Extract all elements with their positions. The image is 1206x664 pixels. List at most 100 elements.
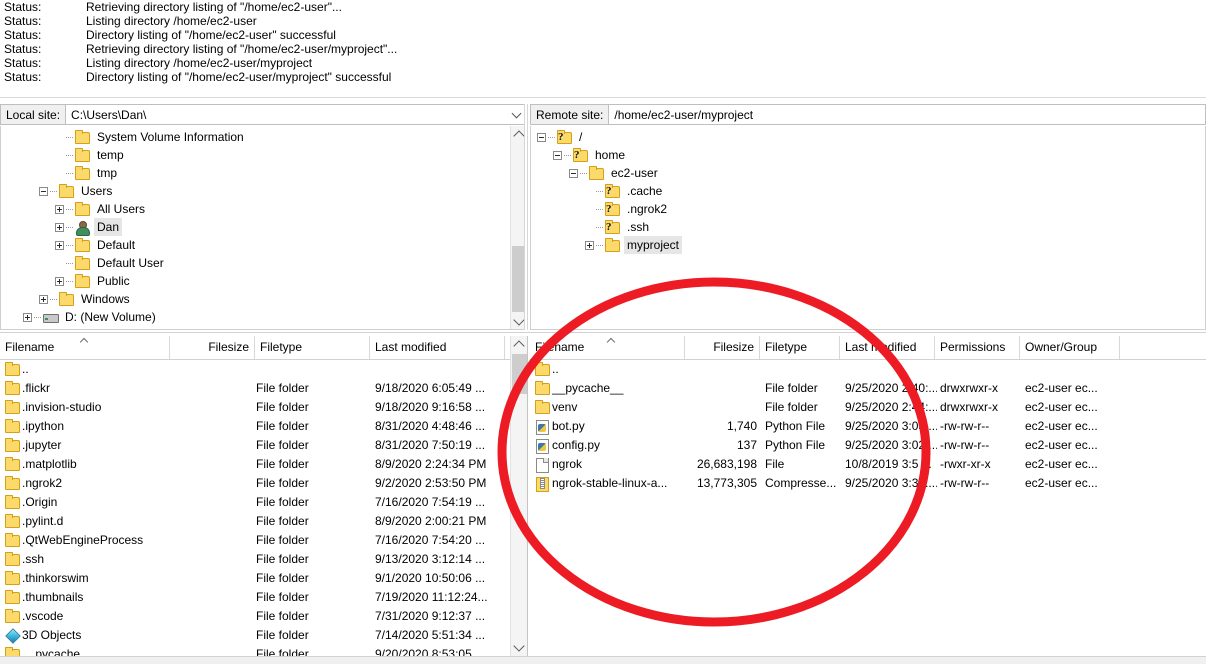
folder-icon bbox=[74, 166, 90, 180]
tree-item-ec2-user[interactable]: ec2-user bbox=[531, 164, 1205, 182]
tree-expand-icon[interactable] bbox=[55, 205, 64, 214]
tree-connector-line bbox=[66, 209, 73, 210]
column-header-filename[interactable]: Filename bbox=[0, 336, 170, 359]
file-list-row[interactable]: ngrok-stable-linux-a...13,773,305Compres… bbox=[530, 474, 1206, 493]
tree-item-temp[interactable]: temp bbox=[1, 146, 527, 164]
file-list-row[interactable]: ngrok26,683,198File10/8/2019 3:5 ...-rwx… bbox=[530, 455, 1206, 474]
tree-connector-line bbox=[66, 281, 73, 282]
tree-connector-line bbox=[66, 227, 73, 228]
file-list-row[interactable]: .jupyterFile folder8/31/2020 7:50:19 ... bbox=[0, 436, 527, 455]
column-header-filetype[interactable]: Filetype bbox=[255, 336, 370, 359]
file-list-row[interactable]: config.py137Python File9/25/2020 3:02:..… bbox=[530, 436, 1206, 455]
cell-modified: 9/25/2020 2:40:... bbox=[845, 379, 937, 398]
tree-collapse-icon[interactable] bbox=[569, 169, 578, 178]
remote-site-path-input[interactable]: /home/ec2-user/myproject bbox=[609, 104, 1206, 125]
tree-item-ssh[interactable]: ?.ssh bbox=[531, 218, 1205, 236]
status-label: Status: bbox=[4, 70, 86, 84]
tree-item-all-users[interactable]: All Users bbox=[1, 200, 527, 218]
column-header-filesize[interactable]: Filesize bbox=[685, 336, 760, 359]
tree-item-tmp[interactable]: tmp bbox=[1, 164, 527, 182]
cell-filetype bbox=[256, 360, 366, 379]
tree-connector-line bbox=[596, 227, 603, 228]
file-list-row[interactable]: venvFile folder9/25/2020 2:44:...drwxrwx… bbox=[530, 398, 1206, 417]
column-header-ownergroup[interactable]: Owner/Group bbox=[1020, 336, 1120, 359]
tree-collapse-icon[interactable] bbox=[39, 187, 48, 196]
file-list-row[interactable]: .. bbox=[530, 360, 1206, 379]
column-header-filesize[interactable]: Filesize bbox=[170, 336, 255, 359]
tree-item-users[interactable]: Users bbox=[1, 182, 527, 200]
tree-expand-icon[interactable] bbox=[55, 241, 64, 250]
status-log-panel[interactable]: Status: Retrieving directory listing of … bbox=[0, 0, 1206, 98]
local-site-label: Local site: bbox=[0, 104, 66, 125]
file-list-row[interactable]: .QtWebEngineProcessFile folder7/16/2020 … bbox=[0, 531, 527, 550]
chevron-down-icon[interactable] bbox=[513, 110, 521, 118]
tree-item-default[interactable]: Default bbox=[1, 236, 527, 254]
tree-item-[interactable]: ?/ bbox=[531, 128, 1205, 146]
column-header-filetype[interactable]: Filetype bbox=[760, 336, 840, 359]
tree-collapse-icon[interactable] bbox=[553, 151, 562, 160]
cell-modified: 9/13/2020 3:12:14 ... bbox=[375, 550, 505, 569]
tree-item-dan[interactable]: Dan bbox=[1, 218, 527, 236]
tree-expand-icon[interactable] bbox=[585, 241, 594, 250]
file-list-row[interactable]: .vscodeFile folder7/31/2020 9:12:37 ... bbox=[0, 607, 527, 626]
file-list-row[interactable]: .flickrFile folder9/18/2020 6:05:49 ... bbox=[0, 379, 527, 398]
status-log-entry: Status: Directory listing of "/home/ec2-… bbox=[0, 70, 1206, 84]
cell-modified: 7/31/2020 9:12:37 ... bbox=[375, 607, 505, 626]
tree-expand-icon[interactable] bbox=[55, 277, 64, 286]
status-label: Status: bbox=[4, 14, 86, 28]
tree-item-d-new-volume[interactable]: D: (New Volume) bbox=[1, 308, 527, 326]
cell-permissions: -rw-rw-r-- bbox=[940, 474, 1022, 493]
scrollbar-thumb[interactable] bbox=[512, 354, 527, 394]
local-list-scrollbar[interactable] bbox=[510, 336, 527, 656]
scroll-down-arrow-icon[interactable] bbox=[511, 639, 527, 656]
local-site-path-input[interactable]: C:\Users\Dan\ bbox=[66, 104, 528, 125]
file-list-row[interactable]: .invision-studioFile folder9/18/2020 9:1… bbox=[0, 398, 527, 417]
file-list-row[interactable]: 3D ObjectsFile folder7/14/2020 5:51:34 .… bbox=[0, 626, 527, 645]
local-file-list[interactable]: Filename Filesize Filetype Last modified… bbox=[0, 336, 528, 656]
scroll-up-arrow-icon[interactable] bbox=[511, 336, 527, 353]
question-mark-icon: ? bbox=[558, 131, 564, 143]
file-list-row[interactable]: bot.py1,740Python File9/25/2020 3:03:...… bbox=[530, 417, 1206, 436]
column-header-permissions[interactable]: Permissions bbox=[935, 336, 1020, 359]
column-header-filename[interactable]: Filename bbox=[530, 336, 685, 359]
remote-file-list[interactable]: Filename Filesize Filetype Last modified… bbox=[530, 336, 1206, 656]
file-list-row[interactable]: __pycache__File folder9/25/2020 2:40:...… bbox=[530, 379, 1206, 398]
file-list-row[interactable]: .sshFile folder9/13/2020 3:12:14 ... bbox=[0, 550, 527, 569]
tree-item-public[interactable]: Public bbox=[1, 272, 527, 290]
cell-filetype: File folder bbox=[256, 398, 366, 417]
tree-item-system-volume-information[interactable]: System Volume Information bbox=[1, 128, 527, 146]
tree-item-ngrok2[interactable]: ?.ngrok2 bbox=[531, 200, 1205, 218]
tree-item-myproject[interactable]: myproject bbox=[531, 236, 1205, 254]
remote-directory-tree[interactable]: ?/?homeec2-user?.cache?.ngrok2?.sshmypro… bbox=[530, 126, 1206, 330]
folder-icon bbox=[58, 292, 74, 306]
file-list-row[interactable]: .matplotlibFile folder8/9/2020 2:24:34 P… bbox=[0, 455, 527, 474]
question-mark-icon: ? bbox=[606, 185, 612, 197]
column-header-lastmodified[interactable]: Last modified bbox=[840, 336, 935, 359]
file-list-row[interactable]: .. bbox=[0, 360, 527, 379]
file-list-row[interactable]: .ngrok2File folder9/2/2020 2:53:50 PM bbox=[0, 474, 527, 493]
tree-item-cache[interactable]: ?.cache bbox=[531, 182, 1205, 200]
local-directory-tree[interactable]: System Volume InformationtemptmpUsersAll… bbox=[0, 126, 528, 330]
cell-filename: venv bbox=[552, 398, 682, 417]
cell-modified: 9/1/2020 10:50:06 ... bbox=[375, 569, 505, 588]
file-list-row[interactable]: __pycache__File folder9/20/2020 8:53:05 … bbox=[0, 645, 527, 656]
file-list-row[interactable]: .pylint.dFile folder8/9/2020 2:00:21 PM bbox=[0, 512, 527, 531]
tree-item-windows[interactable]: Windows bbox=[1, 290, 527, 308]
tree-item-home[interactable]: ?home bbox=[531, 146, 1205, 164]
column-header-lastmodified[interactable]: Last modified bbox=[370, 336, 505, 359]
file-list-row[interactable]: .thumbnailsFile folder7/19/2020 11:12:24… bbox=[0, 588, 527, 607]
tree-collapse-icon[interactable] bbox=[537, 133, 546, 142]
cell-modified: 9/20/2020 8:53:05 ... bbox=[375, 645, 505, 656]
file-list-row[interactable]: .thinkorswimFile folder9/1/2020 10:50:06… bbox=[0, 569, 527, 588]
file-list-row[interactable]: .ipythonFile folder8/31/2020 4:48:46 ... bbox=[0, 417, 527, 436]
file-list-row[interactable]: .OriginFile folder7/16/2020 7:54:19 ... bbox=[0, 493, 527, 512]
tree-expand-icon[interactable] bbox=[55, 223, 64, 232]
tree-expand-icon[interactable] bbox=[39, 295, 48, 304]
tree-connector-line bbox=[66, 263, 73, 264]
tree-expand-icon[interactable] bbox=[23, 313, 32, 322]
cell-owner: ec2-user ec... bbox=[1025, 474, 1125, 493]
folder-icon bbox=[534, 362, 550, 376]
tree-item-default-user[interactable]: Default User bbox=[1, 254, 527, 272]
cell-filetype: File folder bbox=[256, 588, 366, 607]
pane-splitter[interactable] bbox=[524, 104, 528, 330]
